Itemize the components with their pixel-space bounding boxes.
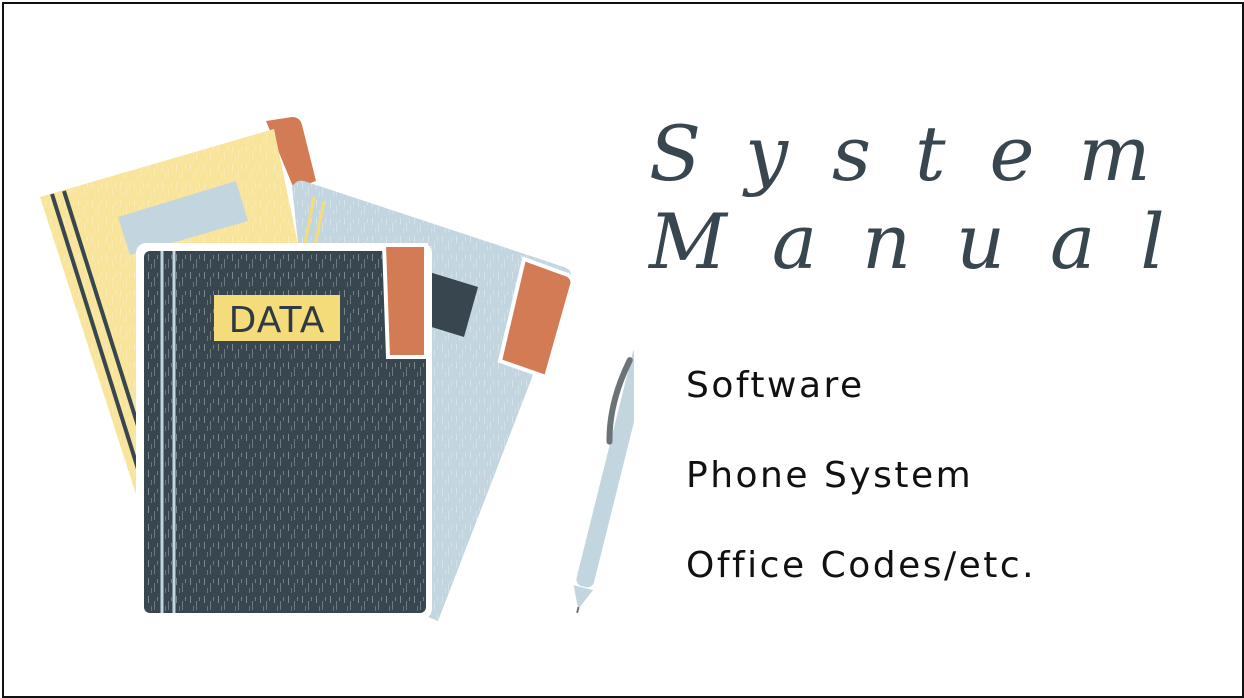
topic-office-codes: Office Codes/etc. bbox=[686, 545, 1037, 586]
topic-phone-system: Phone System bbox=[686, 455, 974, 496]
title-line-1: System bbox=[649, 109, 1195, 198]
slide-frame: DATA System Manual Software Phone System… bbox=[2, 2, 1244, 698]
pen-icon bbox=[573, 345, 634, 614]
topic-software: Software bbox=[686, 365, 865, 406]
title-line-2: Manual bbox=[649, 197, 1210, 286]
topic-list: Software Phone System Office Codes/etc. bbox=[686, 364, 1036, 634]
book-label-text: DATA bbox=[229, 300, 326, 341]
folders-illustration: DATA bbox=[40, 117, 634, 621]
dark-binder-icon: DATA bbox=[136, 243, 432, 619]
